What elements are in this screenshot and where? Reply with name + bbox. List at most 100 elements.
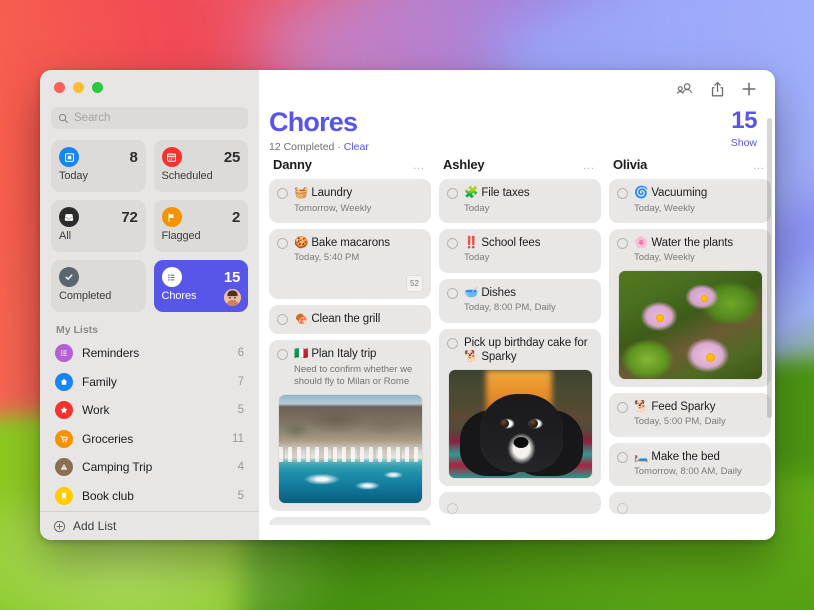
minimize-button[interactable]	[73, 82, 84, 93]
reminder-card-empty[interactable]	[439, 492, 601, 514]
check-circle-icon	[59, 267, 79, 287]
reminder-title: 🍪 Bake macarons	[294, 236, 390, 250]
smart-list-scheduled[interactable]: 25 Scheduled	[154, 140, 249, 192]
flower-center	[706, 353, 715, 362]
add-reminder-icon[interactable]	[741, 81, 757, 97]
main-content: Chores 12 Completed · Clear 15 Show Da	[259, 70, 775, 540]
reminder-subtitle: Today, 8:00 PM, Daily	[447, 302, 592, 314]
reminder-card[interactable]: 🌀 Vacuuming Today, Weekly	[609, 179, 771, 223]
sidebar-item-reminders[interactable]: Reminders 6	[48, 339, 251, 368]
reminder-card[interactable]: 🧺 Laundry Tomorrow, Weekly	[269, 179, 431, 223]
reminder-checkbox[interactable]	[447, 338, 458, 349]
my-lists: Reminders 6 Family 7 Work 5	[40, 339, 259, 511]
reminder-checkbox[interactable]	[617, 238, 628, 249]
reminder-checkbox[interactable]	[447, 503, 458, 514]
reminder-card[interactable]: 🍖 Clean the grill	[269, 305, 431, 334]
star-icon	[55, 401, 73, 419]
sidebar-item-count: 5	[238, 404, 244, 416]
sidebar-item-book-club[interactable]: Book club 5	[48, 482, 251, 511]
search-input[interactable]	[74, 112, 241, 124]
zoom-button[interactable]	[92, 82, 103, 93]
toolbar	[259, 70, 775, 108]
reminder-checkbox[interactable]	[277, 349, 288, 360]
flower-center	[656, 314, 664, 322]
smart-list-completed[interactable]: Completed	[51, 260, 146, 312]
reminder-head: 🌀 Vacuuming	[617, 186, 762, 200]
smart-list-flagged-top: 2	[162, 207, 241, 227]
reminder-card-empty[interactable]	[609, 492, 771, 514]
reminder-card[interactable]: 🛏️ Make the bed Tomorrow, 8:00 AM, Daily	[609, 443, 771, 487]
smart-list-chores[interactable]: 15 Chores	[154, 260, 249, 312]
reminder-note: Need to confirm whether we should fly to…	[277, 364, 422, 390]
dog-photo[interactable]	[449, 370, 592, 478]
share-participants-icon[interactable]	[676, 81, 694, 97]
today-calendar-icon	[59, 147, 79, 167]
column-olivia: Olivia … 🌀 Vacuuming	[605, 153, 775, 525]
reminder-checkbox[interactable]	[277, 188, 288, 199]
reminder-checkbox[interactable]	[617, 402, 628, 413]
list-header: Chores 12 Completed · Clear 15 Show	[259, 108, 775, 153]
italy-coast-photo[interactable]	[279, 395, 422, 503]
reminder-title: 🇮🇹 Plan Italy trip	[294, 347, 376, 361]
reminder-emoji: 🌸	[634, 237, 648, 249]
reminder-title: 🥣 Dishes	[464, 286, 516, 300]
my-lists-header: My Lists	[40, 312, 259, 339]
reminder-emoji: 🥣	[464, 287, 478, 299]
reminder-text: Plan Italy trip	[311, 348, 376, 360]
reminder-card[interactable]: Pick up birthday cake for 🐕 Sparky	[439, 329, 601, 487]
desktop-wallpaper: 8 Today 25 Scheduled	[0, 0, 814, 610]
reminder-card[interactable]: 🧩 File taxes Today	[439, 179, 601, 223]
clear-completed-button[interactable]: Clear	[344, 141, 369, 153]
reminder-checkbox[interactable]	[447, 238, 458, 249]
share-icon[interactable]	[710, 81, 725, 98]
smart-list-all[interactable]: 72 All	[51, 200, 146, 252]
column-ashley-header: Ashley …	[439, 153, 601, 179]
show-completed-button[interactable]: Show	[731, 137, 757, 149]
reminder-card[interactable]: 🥣 Dishes Today, 8:00 PM, Daily	[439, 279, 601, 323]
flowers-photo[interactable]	[619, 271, 762, 379]
search-bar[interactable]	[51, 107, 248, 129]
sidebar-item-groceries[interactable]: Groceries 11	[48, 425, 251, 454]
close-button[interactable]	[54, 82, 65, 93]
column-danny: Danny … 🧺 Laundry To	[265, 153, 435, 525]
sidebar-item-camping-trip[interactable]: Camping Trip 4	[48, 453, 251, 482]
sidebar-item-work[interactable]: Work 5	[48, 396, 251, 425]
list-bullet-icon	[55, 344, 73, 362]
reminder-attachment-badge[interactable]: 52	[406, 275, 423, 292]
add-list-button[interactable]: Add List	[40, 511, 259, 540]
reminder-card[interactable]: ‼️ School fees Today	[439, 229, 601, 273]
sidebar-item-count: 5	[238, 490, 244, 502]
column-menu-button[interactable]: …	[413, 158, 426, 172]
reminder-card[interactable]: 🐕 Feed Sparky Today, 5:00 PM, Daily	[609, 393, 771, 437]
smart-list-all-top: 72	[59, 207, 138, 227]
reminder-text: Clean the grill	[311, 313, 380, 325]
smart-list-scheduled-count: 25	[224, 149, 240, 166]
reminder-card[interactable]: 🇮🇹 Plan Italy trip Need to confirm wheth…	[269, 340, 431, 511]
column-title: Ashley	[443, 157, 484, 172]
sidebar-item-label: Camping Trip	[82, 460, 229, 474]
column-ashley: Ashley … 🧩 File taxes	[435, 153, 605, 525]
column-menu-button[interactable]: …	[753, 158, 766, 172]
reminder-subtitle: Today	[447, 252, 592, 264]
reminder-text: Make the bed	[651, 451, 720, 463]
reminder-card[interactable]: 🍪 Bake macarons Today, 5:40 PM 52	[269, 229, 431, 299]
reminder-subtitle: Today, Weekly	[617, 252, 762, 264]
reminder-card[interactable]: 🌸 Water the plants Today, Weekly	[609, 229, 771, 387]
reminder-card-empty[interactable]	[269, 517, 431, 525]
search-container	[40, 100, 259, 129]
reminder-checkbox[interactable]	[617, 188, 628, 199]
reminder-checkbox[interactable]	[447, 188, 458, 199]
reminder-checkbox[interactable]	[277, 238, 288, 249]
reminder-checkbox[interactable]	[447, 288, 458, 299]
column-menu-button[interactable]: …	[583, 158, 596, 172]
reminder-checkbox[interactable]	[617, 452, 628, 463]
list-bullet-icon	[162, 267, 182, 287]
smart-list-today[interactable]: 8 Today	[51, 140, 146, 192]
reminder-emoji: 🧩	[464, 187, 478, 199]
vertical-scrollbar[interactable]	[767, 118, 772, 418]
list-header-left: Chores 12 Completed · Clear	[269, 108, 369, 153]
reminder-checkbox[interactable]	[277, 314, 288, 325]
reminder-checkbox[interactable]	[617, 503, 628, 514]
smart-list-flagged[interactable]: 2 Flagged	[154, 200, 249, 252]
sidebar-item-family[interactable]: Family 7	[48, 368, 251, 397]
